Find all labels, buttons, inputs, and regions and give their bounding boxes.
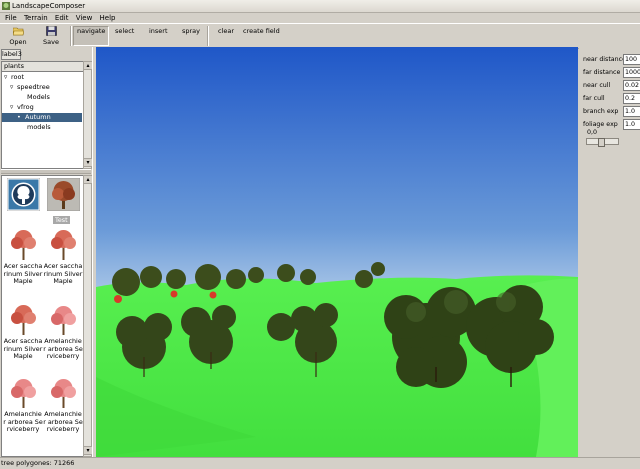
expand-toggle-icon[interactable]: ▿ [10, 103, 17, 112]
blue-tree-logo-icon [7, 178, 40, 211]
open-button[interactable]: Open [3, 25, 33, 47]
plant-thumbnail[interactable]: Amelanchier arborea Serviceberry [43, 375, 83, 433]
save-button[interactable]: Save [36, 25, 66, 47]
mode-select-button[interactable]: select [112, 26, 137, 37]
floppy-disk-icon [46, 26, 57, 36]
tree-node-label: Autumn [25, 113, 51, 121]
near-distance-field[interactable]: 100 [623, 54, 640, 65]
mode-navigate-button[interactable]: navigate [73, 26, 110, 46]
thumbnail-caption: Acer saccharinum Silver Maple [3, 337, 43, 360]
menu-help[interactable]: Help [100, 13, 116, 23]
thumbnail-caption: Amelanchier arborea Serviceberry [3, 410, 43, 433]
thumbnail-caption: Amelanchier arborea Serviceberry [43, 337, 83, 360]
mode-insert-button[interactable]: insert [146, 26, 171, 37]
toolbar-separator [207, 26, 209, 46]
near-distance-label: near distance [583, 56, 626, 63]
far-cull-row: far cull 0.2 [582, 93, 640, 104]
pink-tree-icon [51, 379, 76, 408]
menu-edit[interactable]: Edit [55, 13, 69, 23]
thumbnail-caption: Acer saccharinum Silver Maple [43, 262, 83, 285]
landscape-scene[interactable] [96, 47, 578, 457]
thumbnail-caption: Acer saccharinum Silver Maple [3, 262, 43, 285]
menu-bar: File Terrain Edit View Help [0, 13, 640, 23]
near-cull-row: near cull 0.02 [582, 80, 640, 91]
mode-clear-button[interactable]: clear [215, 26, 237, 37]
tree-bullet-icon: • [17, 113, 21, 121]
far-cull-label: far cull [583, 95, 605, 102]
branch-exp-row: branch exp 1.0 [582, 106, 640, 117]
tree-node-label: speedtree [17, 83, 50, 91]
autumn-tree-icon [47, 178, 80, 211]
plant-thumbnail[interactable]: Amelanchier arborea Serviceberry [3, 375, 43, 433]
far-cull-field[interactable]: 0.2 [623, 93, 640, 104]
mode-spray-button[interactable]: spray [179, 26, 203, 37]
plant-thumbnail[interactable]: Acer saccharinum Silver Maple [43, 227, 83, 285]
slider-handle[interactable] [598, 138, 605, 147]
far-distance-row: far distance 10000 [582, 67, 640, 78]
tree-node-models[interactable]: Models [27, 93, 50, 102]
far-distance-label: far distance [583, 69, 621, 76]
settings-slider[interactable] [586, 138, 619, 147]
tree-node-label: root [11, 73, 25, 81]
folder-open-icon [13, 27, 24, 36]
open-label: Open [9, 38, 27, 46]
branch-exp-label: branch exp [583, 108, 619, 115]
far-distance-field[interactable]: 10000 [623, 67, 640, 78]
tree-node-label: models [27, 123, 51, 131]
left-panel: label3 plants ▿ root ▿ speedtree Models ▿ v… [0, 47, 93, 457]
branch-exp-field[interactable]: 1.0 [623, 106, 640, 117]
tree-node-speedtree[interactable]: ▿ speedtree [10, 83, 50, 92]
pink-tree-icon [11, 379, 36, 408]
pink-tree-icon [51, 306, 76, 335]
plant-thumbnail[interactable]: Amelanchier arborea Serviceberry [43, 302, 83, 360]
plant-thumbnail[interactable]: Acer saccharinum Silver Maple [3, 227, 43, 285]
window-title: LandscapeComposer [12, 2, 86, 10]
save-label: Save [43, 38, 59, 46]
red-maple-tree-icon [11, 305, 36, 335]
tree-scrollbar[interactable]: ▴ ▾ [83, 61, 93, 169]
near-cull-field[interactable]: 0.02 [623, 80, 640, 91]
mode-create-field-button[interactable]: create field [240, 26, 283, 37]
title-bar: LandscapeComposer [0, 0, 640, 13]
label3-tab[interactable]: label3 [1, 49, 22, 60]
menu-file[interactable]: File [5, 13, 17, 23]
expand-toggle-icon[interactable]: ▿ [4, 73, 11, 82]
plant-tree: ▿ root ▿ speedtree Models ▿ vfrog • Autumn m… [1, 71, 85, 169]
near-distance-row: near distance 100 [582, 54, 640, 65]
slider-label: 0,0 [587, 129, 598, 136]
red-maple-tree-icon [51, 230, 76, 260]
app-icon [2, 2, 10, 10]
menu-view[interactable]: View [76, 13, 93, 23]
panel-splitter[interactable] [1, 169, 91, 174]
tree-node-root[interactable]: ▿ root [4, 73, 24, 82]
3d-viewport[interactable] [96, 47, 578, 457]
expand-toggle-icon[interactable]: ▿ [10, 83, 17, 92]
status-text: tree polygones: 71266 [1, 459, 75, 467]
render-settings-panel: near distance 100 far distance 10000 nea… [579, 47, 640, 457]
foliage-exp-label: foliage exp [583, 121, 618, 128]
tree-node-vfrog[interactable]: ▿ vfrog [10, 103, 34, 112]
sky [96, 47, 578, 307]
thumbnail-scrollbar[interactable]: ▴ ▾ [83, 175, 93, 457]
red-maple-tree-icon [11, 230, 36, 260]
plant-thumbnails: Test Acer saccharinum Silver Maple Acer … [1, 175, 85, 457]
status-bar: tree polygones: 71266 [0, 457, 640, 469]
tree-node-autumn[interactable]: • Autumn [2, 113, 82, 122]
tree-node-label: Models [27, 93, 50, 101]
tree-node-models-lower[interactable]: models [27, 123, 51, 132]
toolbar: Open Save navigate select insert spray c… [0, 23, 640, 49]
toolbar-separator [70, 26, 72, 46]
menu-terrain[interactable]: Terrain [24, 13, 48, 23]
near-cull-label: near cull [583, 82, 611, 89]
tree-node-label: vfrog [17, 103, 34, 111]
thumbnail-tooltip: Test [53, 216, 70, 224]
plant-thumbnail[interactable]: Acer saccharinum Silver Maple [3, 302, 43, 360]
thumbnail-caption: Amelanchier arborea Serviceberry [43, 410, 83, 433]
foliage-exp-field[interactable]: 1.0 [623, 119, 640, 130]
